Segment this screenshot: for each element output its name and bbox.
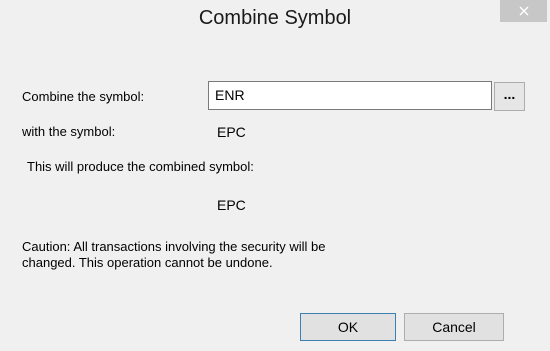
combine-symbol-dialog: Combine Symbol Combine the symbol: ENR .… xyxy=(0,0,550,351)
symbol-input[interactable]: ENR xyxy=(208,81,492,110)
produce-label: This will produce the combined symbol: xyxy=(27,159,254,174)
caution-text-line-2: changed. This operation cannot be undone… xyxy=(22,255,273,270)
caution-text-line-1: Caution: All transactions involving the … xyxy=(22,239,326,254)
dialog-body: Combine the symbol: ENR ... with the sym… xyxy=(10,39,540,351)
with-symbol-value: EPC xyxy=(217,124,246,140)
close-icon xyxy=(519,6,529,16)
combined-symbol-value: EPC xyxy=(217,197,246,213)
browse-button[interactable]: ... xyxy=(494,82,525,111)
dialog-title: Combine Symbol xyxy=(198,7,352,29)
close-button[interactable] xyxy=(500,0,547,22)
title-bar[interactable]: Combine Symbol xyxy=(0,0,550,34)
combine-symbol-label: Combine the symbol: xyxy=(22,89,145,104)
with-symbol-label: with the symbol: xyxy=(22,124,116,139)
ok-button[interactable]: OK xyxy=(300,313,396,341)
cancel-button[interactable]: Cancel xyxy=(404,313,504,341)
